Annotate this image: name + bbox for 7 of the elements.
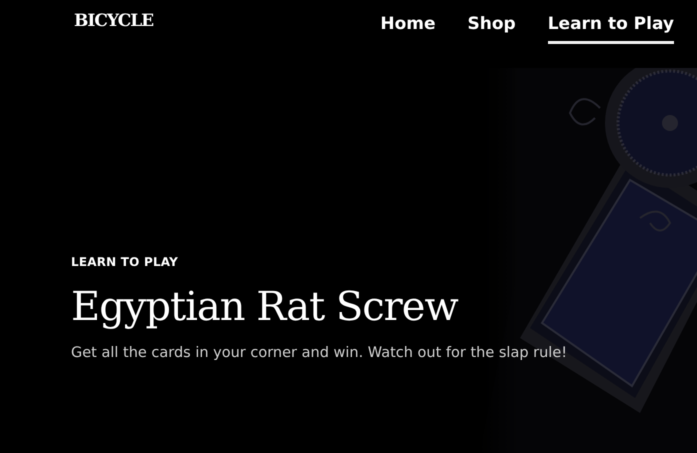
nav-link[interactable]: Home: [380, 8, 436, 44]
nav-link[interactable]: Learn to Play: [548, 8, 674, 44]
nav-link[interactable]: Shop: [468, 8, 516, 44]
subtitle: Get all the cards in your corner and win. Watch out for the slap rule!: [71, 345, 568, 361]
logo[interactable]: BICYCLE: [74, 11, 154, 31]
page-title: Egyptian Rat Screw: [71, 283, 460, 331]
eyebrow-label: LEARN TO PLAY: [71, 255, 180, 269]
